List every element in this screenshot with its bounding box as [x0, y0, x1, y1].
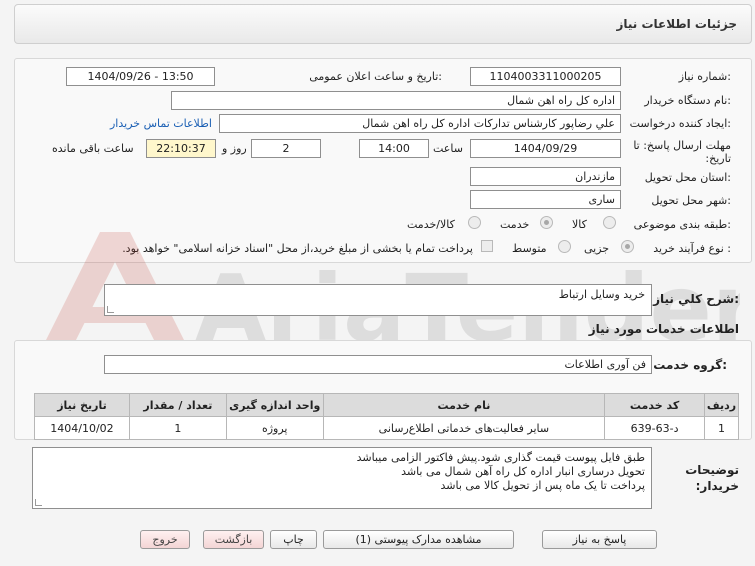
- purchase-radio-medium[interactable]: [558, 240, 571, 253]
- remaining-time-label: ساعت باقی مانده: [52, 142, 134, 155]
- announce-datetime-field: 1404/09/26 - 13:50: [66, 67, 215, 86]
- category-label: طبقه بندی موضوعی:: [633, 218, 731, 231]
- need-number-field: 1104003311000205: [470, 67, 621, 86]
- cell-service-name: سایر فعالیت‌های خدماتی اطلاع‌رسانی: [322, 416, 606, 440]
- buyer-note-line-1: طبق فایل پیوست قیمت گذاری شود.پیش فاکتور…: [356, 451, 645, 464]
- services-table: ردیف کد خدمت نام خدمت واحد اندازه گیری ت…: [34, 393, 739, 440]
- table-header-row: ردیف کد خدمت نام خدمت واحد اندازه گیری ت…: [34, 393, 739, 417]
- col-quantity: تعداد / مقدار: [128, 393, 227, 417]
- purchase-option-minor: جزیی: [584, 242, 610, 255]
- cell-quantity: 1: [128, 416, 227, 440]
- page-header: جزئیات اطلاعات نیاز: [14, 4, 752, 44]
- days-label: روز و: [222, 142, 247, 155]
- exit-button[interactable]: خروج: [140, 530, 190, 549]
- need-number-label: شماره نیاز:: [678, 70, 731, 83]
- col-service-name: نام خدمت: [322, 393, 606, 417]
- remaining-days-field: 2: [251, 139, 321, 158]
- deadline-date-field: 1404/09/29: [470, 139, 621, 158]
- service-group-label: گروه خدمت:: [653, 358, 727, 372]
- resize-handle-icon[interactable]: [107, 306, 114, 313]
- buyer-notes-label: توضیحات خریدار:: [685, 463, 739, 493]
- buyer-org-label: نام دستگاه خریدار:: [644, 94, 731, 107]
- cell-service-code: د-63-639: [604, 416, 706, 440]
- col-row-number: ردیف: [704, 393, 739, 417]
- col-need-date: تاریخ نیاز: [34, 393, 130, 417]
- city-label: شهر محل تحویل:: [651, 194, 731, 207]
- summary-label: شرح كلي نياز:: [653, 292, 739, 306]
- col-unit: واحد اندازه گیری: [225, 393, 324, 417]
- resize-handle-icon[interactable]: [35, 499, 42, 506]
- category-option-goods-service: کالا/خدمت: [407, 218, 455, 231]
- reply-button[interactable]: پاسخ به نیاز: [542, 530, 657, 549]
- category-option-goods: کالا: [572, 218, 587, 231]
- page-title: جزئیات اطلاعات نیاز: [616, 17, 737, 31]
- requester-label: ایجاد کننده درخواست:: [629, 117, 731, 130]
- treasury-note: پرداخت تمام یا بخشی از مبلغ خرید،از محل …: [122, 242, 473, 255]
- province-label: استان محل تحویل:: [644, 171, 731, 184]
- back-button[interactable]: بازگشت: [203, 530, 264, 549]
- services-title: اطلاعات خدمات مورد نیاز: [588, 322, 739, 336]
- buyer-note-line-2: تحویل درساری انبار اداره کل راه آهن شمال…: [401, 465, 645, 478]
- cell-need-date: 1404/10/02: [34, 416, 130, 440]
- treasury-checkbox[interactable]: [481, 240, 493, 252]
- category-option-service: خدمت: [500, 218, 530, 231]
- summary-text: خرید وسایل ارتباط: [558, 288, 645, 301]
- print-button[interactable]: چاپ: [270, 530, 317, 549]
- col-service-code: کد خدمت: [604, 393, 706, 417]
- announce-datetime-label: تاریخ و ساعت اعلان عمومی:: [309, 70, 442, 83]
- buyer-note-line-3: پرداخت تا یک ماه پس از تحویل کالا می باش…: [440, 479, 646, 492]
- category-radio-goods-service[interactable]: [468, 216, 481, 229]
- remaining-time-field: 22:10:37: [146, 139, 216, 158]
- service-group-field: فن آوری اطلاعات: [104, 355, 652, 374]
- deadline-label: مهلت ارسال پاسخ: تا تاریخ:: [633, 139, 731, 165]
- buyer-notes-field: طبق فایل پیوست قیمت گذاری شود.پیش فاکتور…: [32, 447, 652, 509]
- services-table-wrap: ردیف کد خدمت نام خدمت واحد اندازه گیری ت…: [34, 393, 739, 440]
- buyer-org-field: اداره کل راه اهن شمال: [171, 91, 621, 110]
- purchase-option-medium: متوسط: [512, 242, 547, 255]
- category-radio-goods[interactable]: [603, 216, 616, 229]
- city-field: ساری: [470, 190, 621, 209]
- purchase-type-label: نوع فرآیند خرید :: [653, 242, 731, 255]
- deadline-time-label: ساعت: [433, 142, 463, 155]
- requester-field: علي رضاپور کارشناس تدارکات اداره کل راه …: [219, 114, 621, 133]
- deadline-time-field: 14:00: [359, 139, 429, 158]
- cell-row-number: 1: [704, 416, 739, 440]
- attachments-button[interactable]: مشاهده مدارک پیوستی (1): [323, 530, 514, 549]
- summary-field: خرید وسایل ارتباط: [104, 284, 652, 316]
- province-field: مازندران: [470, 167, 621, 186]
- buyer-contact-link[interactable]: اطلاعات تماس خریدار: [110, 117, 212, 130]
- category-radio-service[interactable]: [540, 216, 553, 229]
- table-row: 1 د-63-639 سایر فعالیت‌های خدماتی اطلاع‌…: [34, 416, 739, 440]
- cell-unit: پروژه: [225, 416, 324, 440]
- purchase-radio-minor[interactable]: [621, 240, 634, 253]
